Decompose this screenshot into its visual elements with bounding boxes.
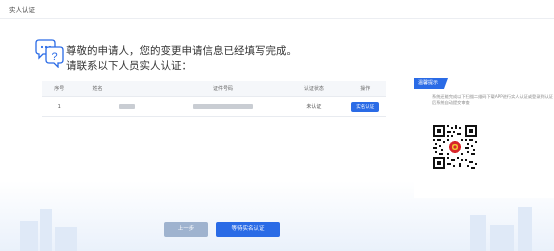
row-name-redacted: [76, 96, 163, 117]
verify-button[interactable]: 实名认证: [351, 101, 380, 112]
question-chat-icon: ?: [35, 39, 64, 68]
col-index: 序号: [42, 81, 77, 97]
col-id-number: 证件号码: [162, 81, 284, 97]
table-header-row: 序号 姓名 证件号码 认证状态 操作: [42, 81, 386, 97]
await-verification-button[interactable]: 等待实名认证: [216, 222, 280, 237]
row-id-redacted: [162, 96, 284, 117]
tip-tag: 温馨提示: [414, 78, 449, 89]
status-badge: 未认证: [283, 96, 345, 117]
people-table: 序号 姓名 证件号码 认证状态 操作 1 未认证 实名认证: [42, 81, 386, 117]
top-bar: 实人认证: [0, 0, 554, 19]
previous-step-button[interactable]: 上一步: [164, 222, 208, 237]
national-emblem-icon: [449, 141, 461, 153]
hero-message: 尊敬的申请人，您的变更申请信息已经填写完成。: [66, 45, 297, 57]
svg-text:?: ?: [51, 51, 57, 63]
row-action-cell: 实名认证: [344, 96, 386, 117]
col-status: 认证状态: [283, 81, 345, 97]
col-name: 姓名: [76, 81, 163, 97]
table-row: 1 未认证 实名认证: [42, 96, 386, 117]
breadcrumb-title: 实人认证: [9, 6, 35, 14]
hero-instruction: 请联系以下人员实人认证：: [66, 60, 192, 72]
row-index: 1: [42, 96, 77, 117]
tip-text: 系统还能完成以下扫描二维码下载APP进行实人认证或登录到认证后系统自动提交审查: [432, 94, 553, 105]
col-action: 操作: [344, 81, 386, 97]
qr-code[interactable]: [432, 124, 478, 170]
